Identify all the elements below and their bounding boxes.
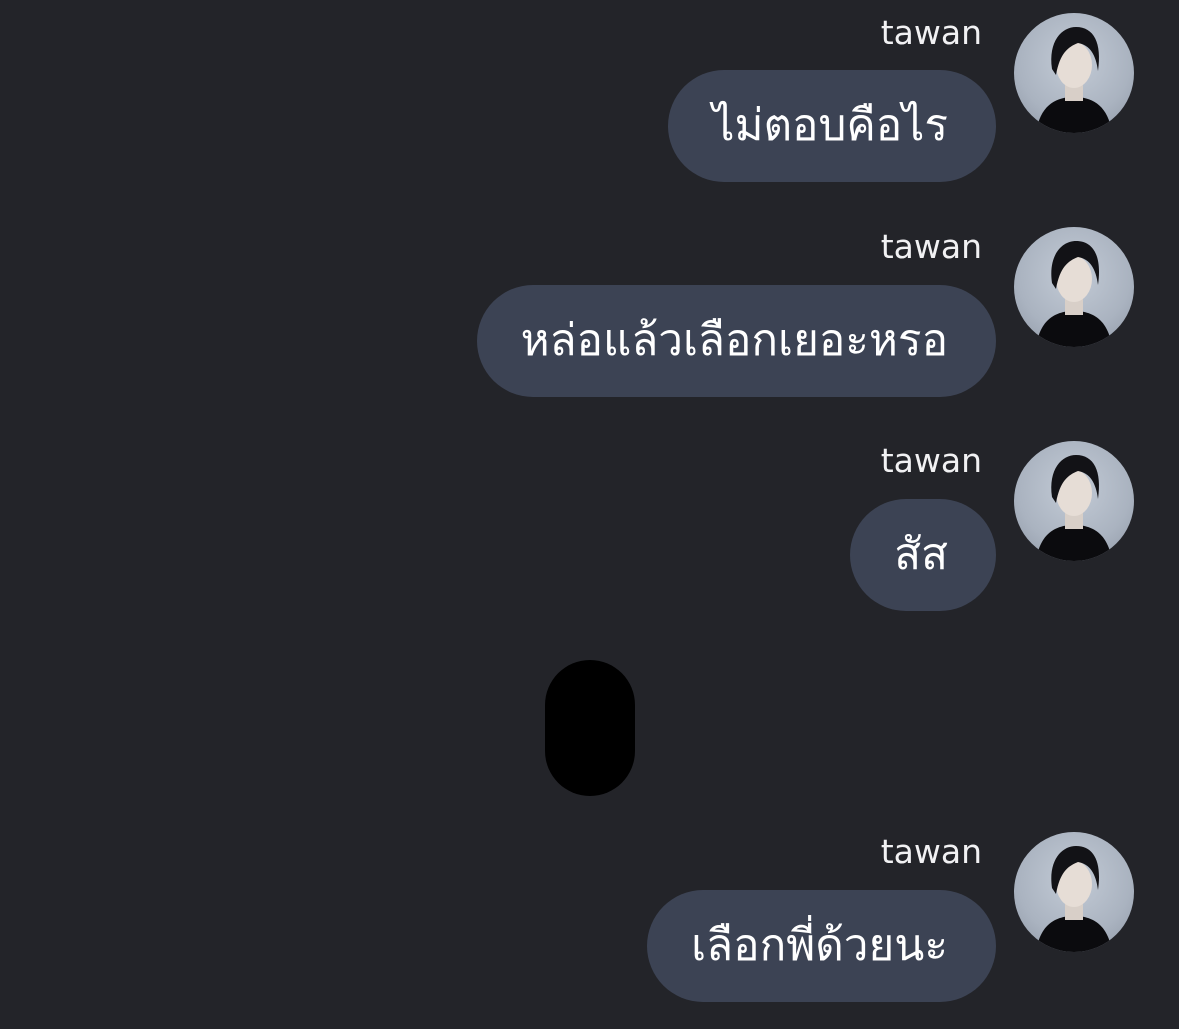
profile-photo-icon [1036,27,1112,133]
chat-view: tawan ไม่ตอบคือไร tawan หล่อแล้วเลือกเยอ… [0,0,1179,1029]
message-bubble[interactable]: เลือกพี่ด้วยนะ [647,890,996,1002]
avatar[interactable] [1014,441,1134,561]
message-bubble[interactable]: ไม่ตอบคือไร [668,70,996,182]
message-bubble[interactable]: สัส [850,499,996,611]
profile-photo-icon [1036,846,1112,952]
profile-photo-icon [1036,241,1112,347]
avatar[interactable] [1014,227,1134,347]
avatar[interactable] [1014,832,1134,952]
redaction-mark [545,660,635,796]
sender-name: tawan [880,832,982,871]
sender-name: tawan [880,227,982,266]
avatar[interactable] [1014,13,1134,133]
message-bubble[interactable]: หล่อแล้วเลือกเยอะหรอ [476,285,996,397]
sender-name: tawan [880,441,982,480]
profile-photo-icon [1036,455,1112,561]
sender-name: tawan [880,13,982,52]
